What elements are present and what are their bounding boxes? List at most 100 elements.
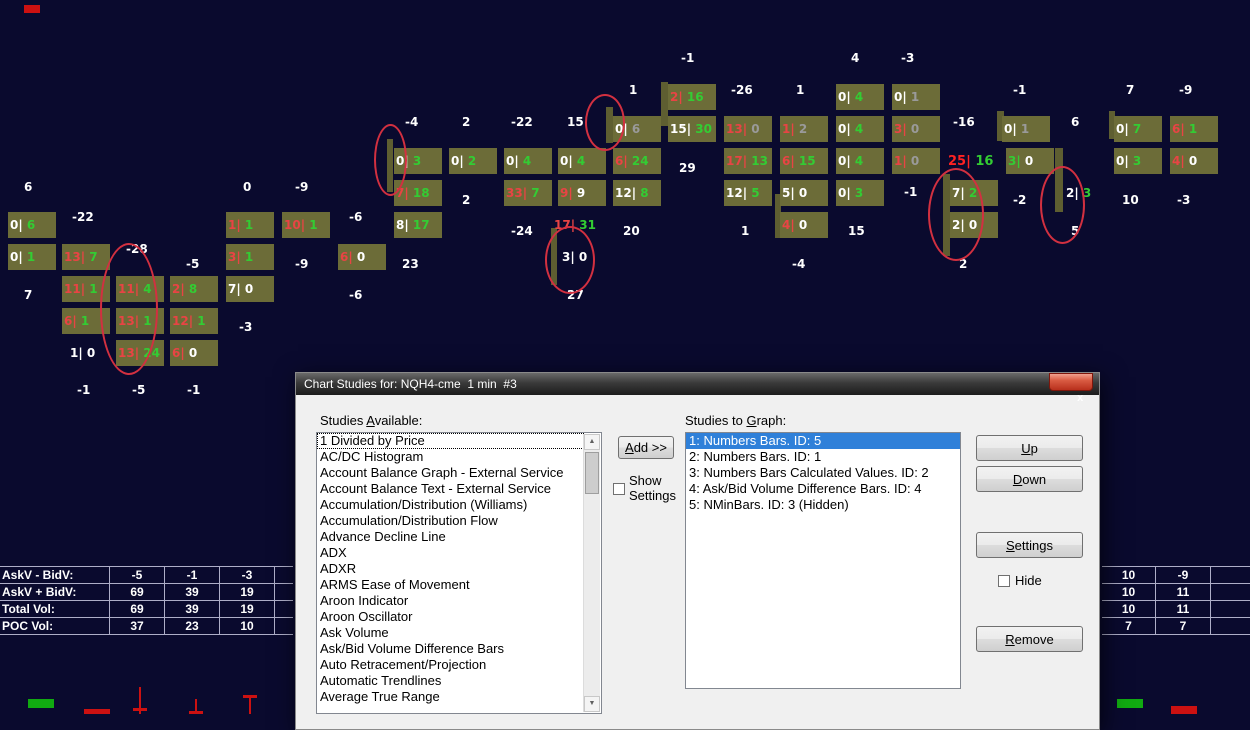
study-list-item[interactable]: ARMS Ease of Movement — [317, 577, 584, 593]
graph-study-list-item[interactable]: 2: Numbers Bars. ID: 1 — [686, 449, 960, 465]
numbers-bar-cell: 9| 9 — [558, 180, 606, 206]
annotation-ellipse — [374, 124, 407, 196]
candle — [243, 695, 257, 698]
numbers-bar-cell: 0| 6 — [8, 212, 56, 238]
delta-label: -5 — [132, 383, 146, 397]
candle — [133, 708, 147, 711]
delta-label: 7 — [24, 288, 33, 302]
delta-label: 6 — [1071, 115, 1080, 129]
study-list-item[interactable]: Aroon Oscillator — [317, 609, 584, 625]
numbers-bar-cell: 13| 0 — [724, 116, 772, 142]
delta-label: -2 — [1013, 193, 1027, 207]
study-list-item[interactable]: ADXR — [317, 561, 584, 577]
delta-label: -5 — [186, 257, 200, 271]
numbers-bar-cell: 3| 0 — [1006, 148, 1054, 174]
delta-label: 23 — [402, 257, 419, 271]
table-value: 39 — [165, 584, 220, 601]
delta-label: -4 — [792, 257, 806, 271]
annotation-ellipse — [545, 226, 595, 294]
available-list-scrollbar[interactable]: ▲ ▼ — [583, 434, 600, 712]
table-value: 10 — [220, 618, 275, 635]
study-list-item[interactable]: Auto Retracement/Projection — [317, 657, 584, 673]
table-value: 11 — [1156, 601, 1211, 618]
show-settings-checkbox[interactable] — [613, 483, 625, 495]
delta-label: 1 — [629, 83, 638, 97]
table-filler — [275, 601, 293, 618]
numbers-bar-cell: 2| 16 — [668, 84, 716, 110]
numbers-bar-cell: 6| 15 — [780, 148, 828, 174]
study-list-item[interactable]: Advance Decline Line — [317, 529, 584, 545]
hide-checkbox-group: Hide — [998, 573, 1042, 588]
delta-label: -9 — [1179, 83, 1193, 97]
delta-label: -26 — [731, 83, 753, 97]
delta-label: 7 — [1126, 83, 1135, 97]
table-row-label: AskV + BidV: — [0, 584, 110, 601]
studies-to-graph-label: Studies to Graph: — [685, 413, 787, 428]
numbers-bar-cell: 4| 0 — [1170, 148, 1218, 174]
studies-available-list[interactable]: 1 Divided by Price AC/DC Histogram Account… — [316, 432, 602, 714]
study-list-item[interactable]: Average True Range — [317, 689, 584, 705]
study-list-item[interactable]: Account Balance Graph - External Service — [317, 465, 584, 481]
delta-label: -6 — [349, 288, 363, 302]
study-list-item[interactable]: Ask Volume — [317, 625, 584, 641]
volume-table-left: AskV - BidV: -5 -1 -3 AskV + BidV: 69 39 19 Tota… — [0, 566, 293, 635]
numbers-bar-cell: 6| 1 — [1170, 116, 1218, 142]
dialog-title: Chart Studies for: NQH4-cme 1 min #3 — [304, 377, 517, 391]
table-filler — [275, 567, 293, 584]
study-list-item[interactable]: Account Balance Text - External Service — [317, 481, 584, 497]
graph-study-list-item[interactable]: 1: Numbers Bars. ID: 5 — [686, 433, 960, 449]
study-list-item[interactable]: 1 Divided by Price — [317, 433, 584, 449]
study-list-item[interactable]: Accumulation/Distribution (Williams) — [317, 497, 584, 513]
study-list-item[interactable]: ADX — [317, 545, 584, 561]
graph-study-list-item[interactable]: 4: Ask/Bid Volume Difference Bars. ID: 4 — [686, 481, 960, 497]
scroll-up-icon[interactable]: ▲ — [584, 434, 600, 450]
candle — [1117, 699, 1143, 708]
dialog-titlebar[interactable]: Chart Studies for: NQH4-cme 1 min #3 x — [296, 373, 1099, 404]
table-filler — [275, 584, 293, 601]
study-list-item[interactable]: Ask/Bid Volume Difference Bars — [317, 641, 584, 657]
delta-label: 2 — [462, 193, 471, 207]
delta-label: -3 — [239, 320, 253, 334]
study-list-item[interactable]: Aroon Indicator — [317, 593, 584, 609]
study-list-item[interactable]: Accumulation/Distribution Flow — [317, 513, 584, 529]
show-settings-label: Show Settings — [629, 473, 676, 503]
delta-label: -6 — [349, 210, 363, 224]
study-list-item[interactable]: AC/DC Histogram — [317, 449, 584, 465]
numbers-bar-cell: 1| 0 — [892, 148, 940, 174]
numbers-bar-cell: 6| 0 — [338, 244, 386, 270]
hide-checkbox[interactable] — [998, 574, 1010, 587]
graph-study-list-item[interactable]: 3: Numbers Bars Calculated Values. ID: 2 — [686, 465, 960, 481]
table-value: 11 — [1156, 584, 1211, 601]
price-bar — [661, 82, 668, 126]
settings-button[interactable]: Settings — [976, 532, 1083, 558]
study-list-item[interactable]: Automatic Trendlines — [317, 673, 584, 689]
up-button[interactable]: Up — [976, 435, 1083, 461]
scroll-down-icon[interactable]: ▼ — [584, 696, 600, 712]
table-filler — [1211, 601, 1250, 618]
delta-label: -9 — [295, 180, 309, 194]
delta-label: -3 — [901, 51, 915, 65]
table-value: 10 — [1102, 567, 1156, 584]
remove-button[interactable]: Remove — [976, 626, 1083, 652]
delta-label: 1 — [741, 224, 750, 238]
scrollbar-thumb[interactable] — [585, 452, 599, 494]
numbers-bar-cell: 13| 7 — [62, 244, 110, 270]
delta-label: 2 — [462, 115, 471, 129]
candle — [28, 699, 54, 708]
annotation-ellipse — [100, 243, 158, 375]
down-button[interactable]: Down — [976, 466, 1083, 492]
add-button[interactable]: Add >> — [618, 436, 674, 459]
numbers-bar-cell: 12| 1 — [170, 308, 218, 334]
numbers-bar-cell: 7| 0 — [226, 276, 274, 302]
candle — [24, 5, 40, 13]
delta-label: 10 — [1122, 193, 1139, 207]
table-value: 7 — [1102, 618, 1156, 635]
numbers-bar-cell: 0| 2 — [449, 148, 497, 174]
studies-to-graph-list[interactable]: 1: Numbers Bars. ID: 5 2: Numbers Bars. I… — [685, 432, 961, 689]
graph-study-list-item[interactable]: 5: NMinBars. ID: 3 (Hidden) — [686, 497, 960, 513]
volume-table-right: 10 -9 10 11 10 11 7 7 — [1102, 566, 1250, 635]
table-filler — [1211, 618, 1250, 635]
close-button[interactable]: x — [1049, 373, 1093, 404]
chart-studies-dialog: Chart Studies for: NQH4-cme 1 min #3 x S… — [295, 372, 1100, 730]
delta-label: 29 — [679, 161, 696, 175]
